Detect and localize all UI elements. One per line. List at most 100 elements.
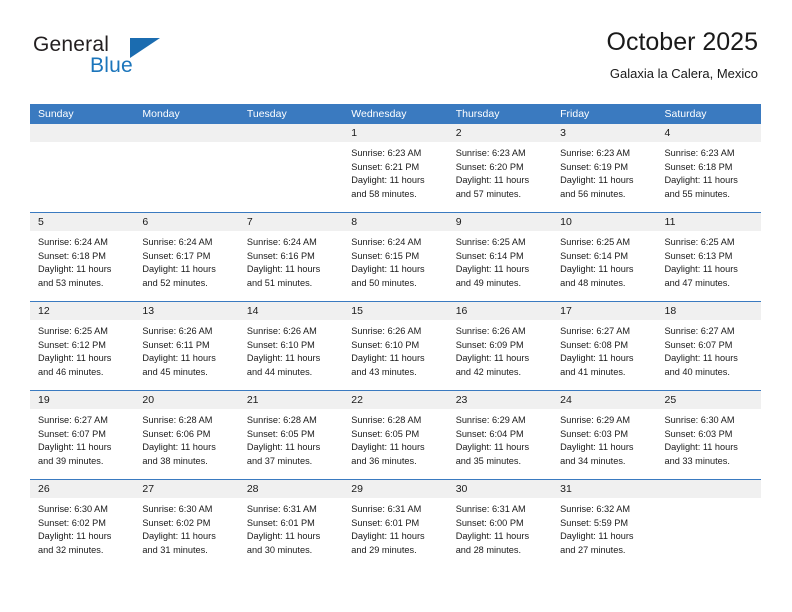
calendar-day-cell[interactable]: 21 Sunrise: 6:28 AM Sunset: 6:05 PM Dayligh… [238, 391, 344, 479]
daylight-text: Daylight: 11 hours [142, 442, 216, 453]
day-details: Sunrise: 6:25 AM Sunset: 6:12 PM Daylight:… [30, 320, 134, 379]
calendar-day-cell[interactable]: 7 Sunrise: 6:24 AM Sunset: 6:16 PM Daylight… [238, 213, 344, 301]
day-number: 4 [656, 124, 761, 142]
calendar-day-cell[interactable]: 30 Sunrise: 6:31 AM Sunset: 6:00 PM Dayligh… [447, 480, 553, 568]
calendar-day-cell[interactable]: 17 Sunrise: 6:27 AM Sunset: 6:08 PM Dayligh… [552, 302, 657, 390]
day-details: Sunrise: 6:24 AM Sunset: 6:15 PM Daylight:… [343, 231, 447, 290]
calendar-day-cell[interactable]: 8 Sunrise: 6:24 AM Sunset: 6:15 PM Daylight… [343, 213, 448, 301]
calendar-day-cell[interactable]: 15 Sunrise: 6:26 AM Sunset: 6:10 PM Dayligh… [343, 302, 448, 390]
day-number [134, 124, 239, 142]
day-details: Sunrise: 6:28 AM Sunset: 6:06 PM Daylight:… [134, 409, 238, 468]
daylight-text: Daylight: 11 hours [142, 531, 216, 542]
daylight-text: Daylight: 11 hours [455, 531, 530, 542]
calendar-day-cell[interactable]: 11 Sunrise: 6:25 AM Sunset: 6:13 PM Dayligh… [656, 213, 761, 301]
day-details: Sunrise: 6:32 AM Sunset: 5:59 PM Daylight:… [552, 498, 656, 557]
day-details: Sunrise: 6:24 AM Sunset: 6:16 PM Daylight:… [239, 231, 343, 290]
calendar-day-cell[interactable]: 25 Sunrise: 6:30 AM Sunset: 6:03 PM Dayligh… [656, 391, 761, 479]
calendar-week-row: 1 Sunrise: 6:23 AM Sunset: 6:21 PM Daylight… [30, 124, 761, 212]
daylight-text: Daylight: 11 hours [38, 353, 112, 364]
daylight-text: and 50 minutes. [351, 277, 417, 288]
calendar-day-cell[interactable]: 26 Sunrise: 6:30 AM Sunset: 6:02 PM Dayligh… [30, 480, 135, 568]
daylight-text: and 41 minutes. [560, 366, 626, 377]
day-details: Sunrise: 6:29 AM Sunset: 6:03 PM Daylight:… [552, 409, 656, 468]
sunset-text: Sunset: 6:03 PM [560, 428, 629, 439]
day-number: 29 [343, 480, 448, 498]
sunset-text: Sunset: 6:09 PM [455, 339, 524, 350]
day-details: Sunrise: 6:26 AM Sunset: 6:10 PM Daylight:… [239, 320, 343, 379]
calendar-day-cell[interactable]: 19 Sunrise: 6:27 AM Sunset: 6:07 PM Dayligh… [30, 391, 135, 479]
day-details: Sunrise: 6:29 AM Sunset: 6:04 PM Daylight:… [448, 409, 552, 468]
day-details [134, 142, 238, 147]
calendar-day-cell[interactable]: 18 Sunrise: 6:27 AM Sunset: 6:07 PM Dayligh… [656, 302, 761, 390]
calendar-day-cell[interactable]: 24 Sunrise: 6:29 AM Sunset: 6:03 PM Dayligh… [552, 391, 657, 479]
daylight-text: and 55 minutes. [664, 188, 730, 199]
sunrise-text: Sunrise: 6:31 AM [351, 504, 422, 514]
calendar-day-cell[interactable]: 16 Sunrise: 6:26 AM Sunset: 6:09 PM Dayligh… [447, 302, 553, 390]
day-number: 13 [134, 302, 239, 320]
sunset-text: Sunset: 6:12 PM [38, 339, 106, 350]
daylight-text: Daylight: 11 hours [560, 531, 634, 542]
daylight-text: and 44 minutes. [246, 366, 313, 377]
day-number: 25 [656, 391, 761, 409]
calendar-day-cell[interactable]: 12 Sunrise: 6:25 AM Sunset: 6:12 PM Dayligh… [30, 302, 135, 390]
sunset-text: Sunset: 6:20 PM [455, 161, 524, 172]
day-number: 8 [343, 213, 448, 231]
day-details: Sunrise: 6:25 AM Sunset: 6:14 PM Daylight:… [448, 231, 552, 290]
sunset-text: Sunset: 6:01 PM [351, 517, 420, 528]
daylight-text: and 45 minutes. [142, 366, 208, 377]
day-number: 7 [238, 213, 344, 231]
daylight-text: Daylight: 11 hours [351, 442, 425, 453]
sunset-text: Sunset: 6:18 PM [38, 250, 106, 261]
calendar-day-cell[interactable]: 4 Sunrise: 6:23 AM Sunset: 6:18 PM Daylight… [656, 124, 761, 212]
daylight-text: and 39 minutes. [38, 455, 104, 466]
calendar-day-cell[interactable]: 9 Sunrise: 6:25 AM Sunset: 6:14 PM Daylight… [447, 213, 553, 301]
day-number [30, 124, 135, 142]
calendar-day-cell[interactable]: 20 Sunrise: 6:28 AM Sunset: 6:06 PM Dayligh… [134, 391, 239, 479]
weekday-header-monday: Monday [142, 108, 180, 120]
day-details: Sunrise: 6:28 AM Sunset: 6:05 PM Daylight:… [343, 409, 447, 468]
calendar-day-cell[interactable]: 3 Sunrise: 6:23 AM Sunset: 6:19 PM Daylight… [552, 124, 657, 212]
calendar-day-cell[interactable]: 5 Sunrise: 6:24 AM Sunset: 6:18 PM Daylight… [30, 213, 135, 301]
day-number: 19 [30, 391, 135, 409]
day-number: 10 [552, 213, 657, 231]
calendar-day-cell[interactable]: 31 Sunrise: 6:32 AM Sunset: 5:59 PM Dayligh… [552, 480, 657, 568]
calendar-day-cell-empty [656, 480, 761, 568]
daylight-text: Daylight: 11 hours [664, 264, 738, 275]
calendar-day-cell[interactable]: 10 Sunrise: 6:25 AM Sunset: 6:14 PM Dayligh… [552, 213, 657, 301]
weekday-header-tuesday: Tuesday [246, 108, 287, 120]
daylight-text: Daylight: 11 hours [38, 264, 112, 275]
calendar-day-cell[interactable]: 2 Sunrise: 6:23 AM Sunset: 6:20 PM Daylight… [447, 124, 553, 212]
daylight-text: Daylight: 11 hours [246, 264, 321, 275]
sunset-text: Sunset: 6:05 PM [246, 428, 315, 439]
calendar-day-cell[interactable]: 14 Sunrise: 6:26 AM Sunset: 6:10 PM Dayligh… [238, 302, 344, 390]
triangle-logo-icon [130, 38, 160, 58]
calendar-day-cell[interactable]: 29 Sunrise: 6:31 AM Sunset: 6:01 PM Dayligh… [343, 480, 448, 568]
day-details: Sunrise: 6:31 AM Sunset: 6:01 PM Daylight:… [239, 498, 343, 557]
daylight-text: and 33 minutes. [664, 455, 730, 466]
sunrise-text: Sunrise: 6:30 AM [142, 504, 213, 514]
calendar-day-cell[interactable]: 13 Sunrise: 6:26 AM Sunset: 6:11 PM Dayligh… [134, 302, 239, 390]
brand-logo[interactable]: General Blue [33, 33, 233, 83]
calendar-day-cell[interactable]: 22 Sunrise: 6:28 AM Sunset: 6:05 PM Dayligh… [343, 391, 448, 479]
sunset-text: Sunset: 6:07 PM [664, 339, 733, 350]
calendar-day-cell[interactable]: 6 Sunrise: 6:24 AM Sunset: 6:17 PM Daylight… [134, 213, 239, 301]
sunset-text: Sunset: 6:01 PM [246, 517, 315, 528]
sunrise-text: Sunrise: 6:24 AM [351, 237, 422, 247]
sunrise-text: Sunrise: 6:29 AM [455, 415, 526, 425]
calendar-week-row: 26 Sunrise: 6:30 AM Sunset: 6:02 PM Dayligh… [30, 479, 761, 568]
sunrise-text: Sunrise: 6:26 AM [246, 326, 317, 336]
calendar-day-cell[interactable]: 23 Sunrise: 6:29 AM Sunset: 6:04 PM Dayligh… [447, 391, 553, 479]
daylight-text: and 29 minutes. [351, 544, 417, 555]
daylight-text: and 37 minutes. [246, 455, 313, 466]
sunset-text: Sunset: 6:02 PM [38, 517, 106, 528]
daylight-text: and 27 minutes. [560, 544, 626, 555]
calendar-day-cell[interactable]: 27 Sunrise: 6:30 AM Sunset: 6:02 PM Dayligh… [134, 480, 239, 568]
daylight-text: Daylight: 11 hours [455, 353, 530, 364]
daylight-text: Daylight: 11 hours [351, 264, 425, 275]
sunrise-text: Sunrise: 6:25 AM [664, 237, 735, 247]
weekday-header-saturday: Saturday [664, 108, 707, 120]
calendar-day-cell[interactable]: 1 Sunrise: 6:23 AM Sunset: 6:21 PM Daylight… [343, 124, 448, 212]
sunset-text: Sunset: 6:14 PM [560, 250, 629, 261]
sunset-text: Sunset: 6:11 PM [142, 339, 210, 350]
calendar-day-cell[interactable]: 28 Sunrise: 6:31 AM Sunset: 6:01 PM Dayligh… [238, 480, 344, 568]
